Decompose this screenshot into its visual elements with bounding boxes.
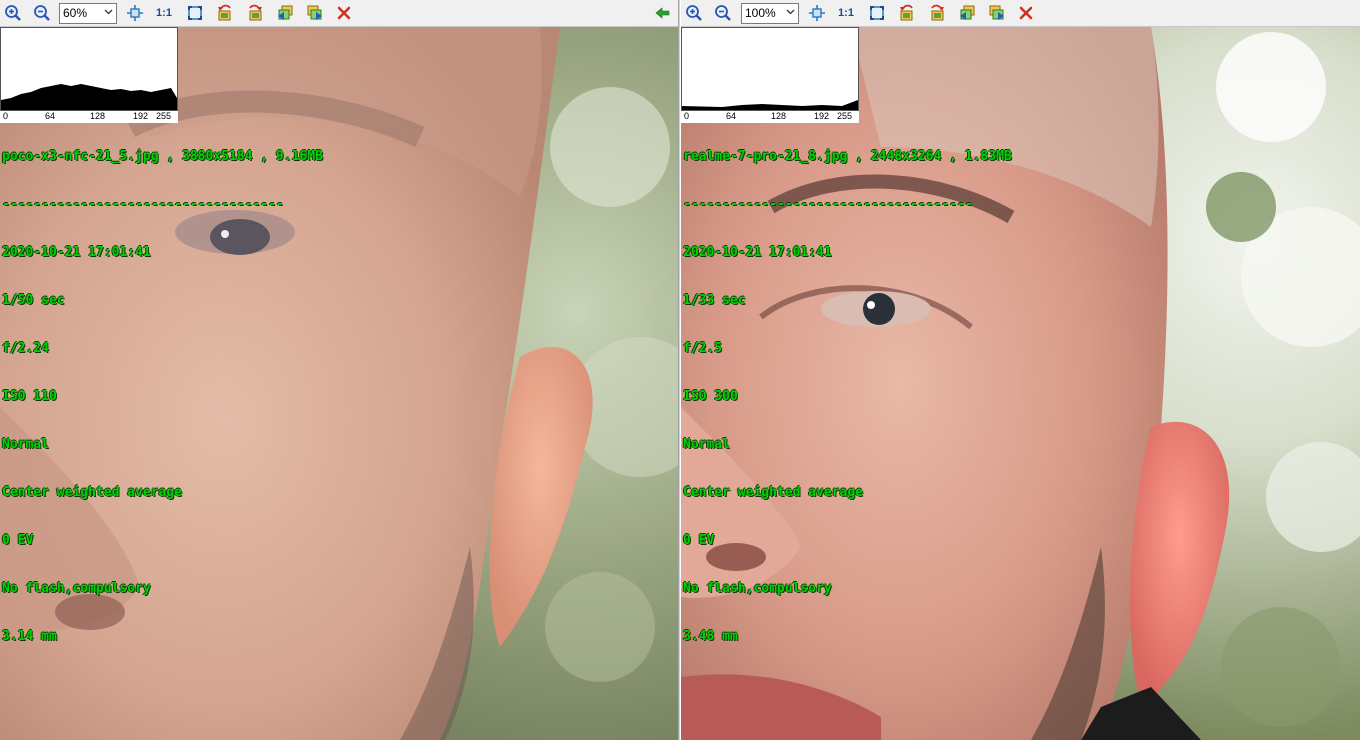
- exif-ev: 0 EV: [2, 533, 34, 548]
- exif-iso: ISO 110: [2, 389, 57, 404]
- zoom-out-icon[interactable]: [712, 3, 734, 23]
- exif-metering: Center weighted average: [2, 485, 183, 500]
- close-icon[interactable]: [1015, 3, 1037, 23]
- next-image-icon[interactable]: [986, 3, 1008, 23]
- exif-exposure-program: Normal: [2, 437, 49, 452]
- exif-focal-length: 3.14 mm: [2, 629, 57, 644]
- previous-image-icon[interactable]: [274, 3, 296, 23]
- file-info-line: poco-x3-nfc-21_5.jpg , 3880x5184 , 9.16M…: [2, 149, 323, 164]
- exif-iso: ISO 300: [683, 389, 738, 404]
- rotate-right-icon[interactable]: [926, 3, 948, 23]
- actual-size-button[interactable]: 1:1: [835, 3, 857, 23]
- fit-window-icon[interactable]: [806, 3, 828, 23]
- left-image-viewport[interactable]: 0 64 128 192 255 poco-x3-nfc-21_5.jpg , …: [0, 27, 678, 740]
- right-exif-overlay: realme-7-pro-21_8.jpg , 2448x3264 , 1.83…: [683, 117, 1012, 677]
- zoom-level-value: 60%: [63, 6, 88, 20]
- rotate-left-icon[interactable]: [214, 3, 236, 23]
- right-image-viewport[interactable]: 0 64 128 192 255 realme-7-pro-21_8.jpg ,…: [681, 27, 1360, 740]
- exif-datetime: 2020-10-21 17:01:41: [2, 245, 151, 260]
- left-toolbar: 60% 1:1: [0, 0, 678, 27]
- zoom-level-select[interactable]: 60%: [59, 3, 117, 24]
- actual-size-label: 1:1: [838, 7, 854, 19]
- previous-image-icon[interactable]: [956, 3, 978, 23]
- exif-exposure-program: Normal: [683, 437, 730, 452]
- exif-aperture: f/2.24: [2, 341, 49, 356]
- exif-aperture: f/2.5: [683, 341, 723, 356]
- chevron-down-icon: [104, 9, 113, 15]
- zoom-in-icon[interactable]: [2, 3, 24, 23]
- zoom-in-icon[interactable]: [683, 3, 705, 23]
- sync-left-arrow-icon[interactable]: [652, 3, 674, 23]
- rotate-right-icon[interactable]: [244, 3, 266, 23]
- exif-flash: No flash,compulsory: [2, 581, 151, 596]
- fullscreen-icon[interactable]: [184, 3, 206, 23]
- exif-datetime: 2020-10-21 17:01:41: [683, 245, 832, 260]
- right-image-pane[interactable]: 100% 1:1 0 64 128 192 255 realme-7-pro-2…: [681, 0, 1360, 740]
- next-image-icon[interactable]: [304, 3, 326, 23]
- exif-shutter: 1/33 sec: [683, 293, 746, 308]
- separator-line: ------------------------------------: [2, 197, 284, 212]
- actual-size-button[interactable]: 1:1: [153, 3, 175, 23]
- rotate-left-icon[interactable]: [896, 3, 918, 23]
- file-info-line: realme-7-pro-21_8.jpg , 2448x3264 , 1.83…: [683, 149, 1012, 164]
- exif-focal-length: 3.48 mm: [683, 629, 738, 644]
- right-histogram: [681, 27, 859, 111]
- right-toolbar: 100% 1:1: [681, 0, 1360, 27]
- fit-window-icon[interactable]: [124, 3, 146, 23]
- exif-shutter: 1/50 sec: [2, 293, 65, 308]
- actual-size-label: 1:1: [156, 7, 172, 19]
- exif-metering: Center weighted average: [683, 485, 864, 500]
- close-icon[interactable]: [333, 3, 355, 23]
- exif-flash: No flash,compulsory: [683, 581, 832, 596]
- left-histogram: [0, 27, 178, 111]
- zoom-level-select[interactable]: 100%: [741, 3, 799, 24]
- exif-ev: 0 EV: [683, 533, 715, 548]
- zoom-out-icon[interactable]: [31, 3, 53, 23]
- zoom-level-value: 100%: [745, 6, 776, 20]
- fullscreen-icon[interactable]: [866, 3, 888, 23]
- left-image-pane[interactable]: 60% 1:1 0 64 128 192 255 poco-x3-nfc-21_…: [0, 0, 678, 740]
- left-exif-overlay: poco-x3-nfc-21_5.jpg , 3880x5184 , 9.16M…: [2, 117, 323, 677]
- separator-line: -------------------------------------: [683, 197, 973, 212]
- chevron-down-icon: [786, 9, 795, 15]
